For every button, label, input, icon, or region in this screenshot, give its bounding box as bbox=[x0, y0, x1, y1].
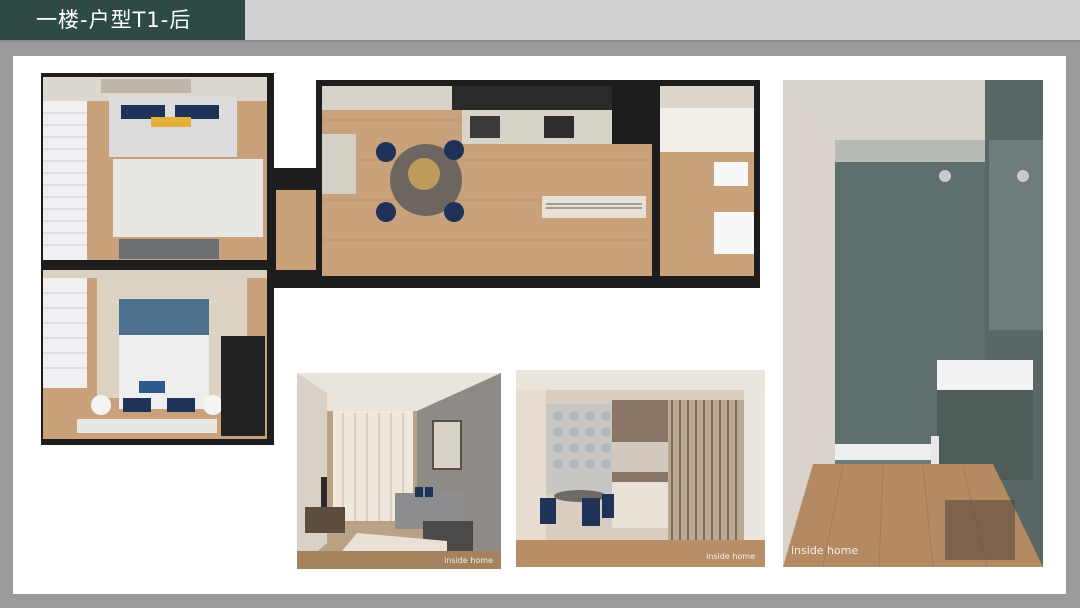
page-title: 一楼-户型T1-后 bbox=[0, 0, 245, 40]
watermark: inside home bbox=[706, 552, 755, 561]
top-divider bbox=[0, 40, 1080, 42]
living-room-render: inside home bbox=[297, 373, 501, 569]
dining-kitchen-render: inside home bbox=[516, 370, 765, 567]
floor-plan-main bbox=[274, 80, 760, 288]
watermark: inside home bbox=[791, 544, 859, 557]
bathroom-render: inside home bbox=[783, 80, 1043, 567]
content-sheet: inside home inside home inside home bbox=[13, 56, 1066, 594]
floor-plan-render bbox=[41, 73, 274, 445]
watermark: inside home bbox=[444, 556, 493, 565]
